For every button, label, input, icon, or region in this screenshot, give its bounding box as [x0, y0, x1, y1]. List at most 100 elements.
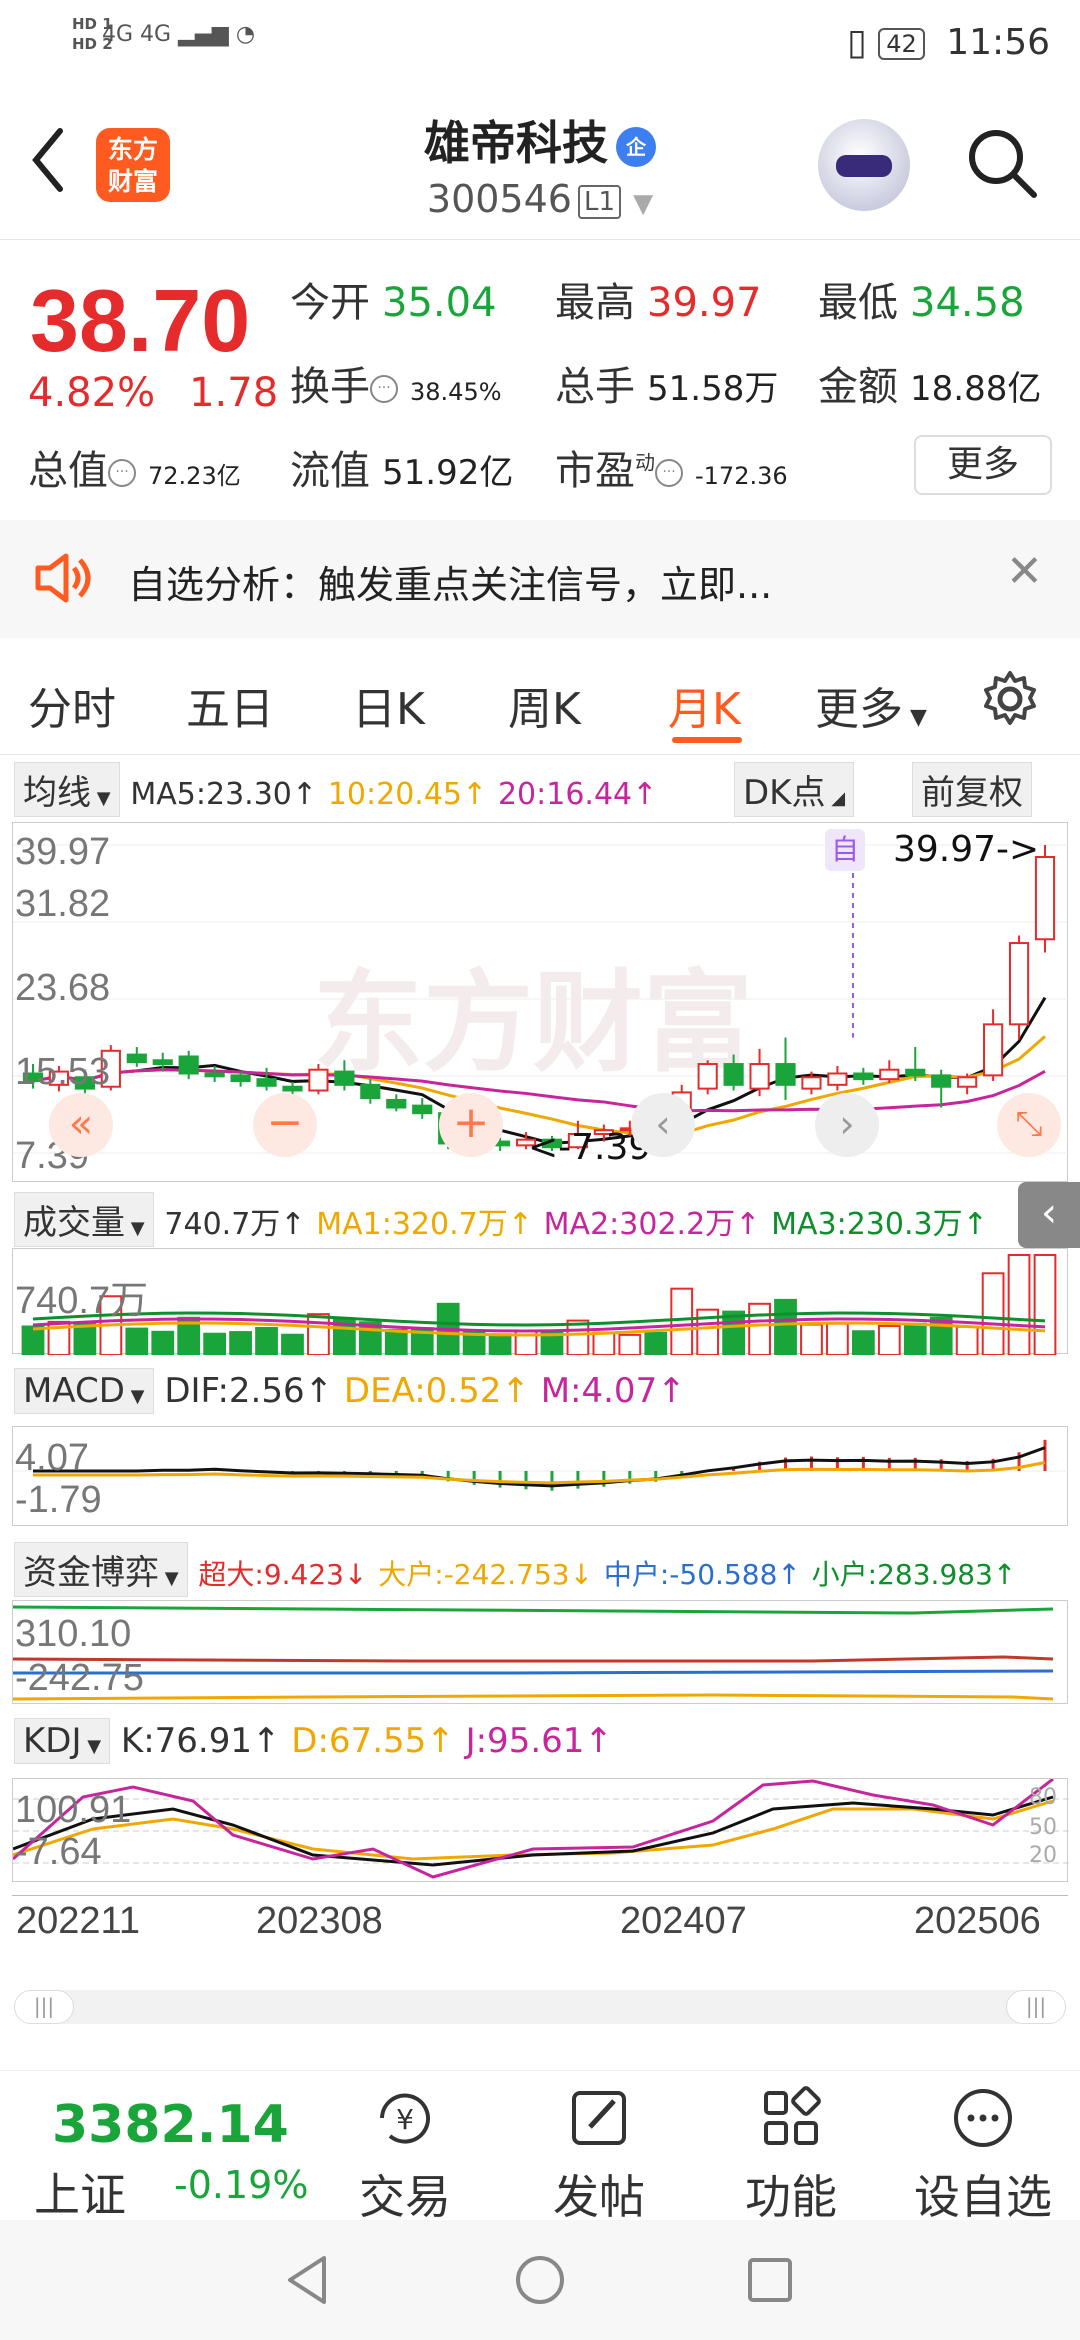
candle	[879, 1068, 900, 1081]
y-label: 39.97	[15, 831, 111, 873]
candle	[723, 1063, 744, 1086]
stock-code[interactable]: 300546 L1 ▼	[0, 177, 1080, 221]
tab-month-k[interactable]: 月K	[668, 673, 741, 737]
vibrate-icon: ▯	[846, 22, 867, 63]
volume-bar	[592, 1331, 616, 1355]
notice-bar[interactable]: 自选分析：触发重点关注信号，立即... ✕	[0, 520, 1080, 638]
more-button[interactable]: 更多	[914, 435, 1052, 495]
candle	[152, 1059, 173, 1066]
candle	[853, 1072, 874, 1081]
robot-assistant-icon[interactable]	[818, 119, 910, 211]
volume-bar	[21, 1325, 45, 1355]
nav-add-watchlist[interactable]: 设自选	[908, 2083, 1058, 2227]
volume-select[interactable]: 成交量 ▼	[14, 1192, 154, 1247]
nav-trade[interactable]: ¥ 交易	[330, 2083, 480, 2227]
y-label: 310.10	[15, 1613, 132, 1655]
candle	[360, 1083, 381, 1100]
collapse-icon[interactable]: ‹	[1018, 1182, 1080, 1248]
candle	[412, 1104, 433, 1115]
grid-icon	[764, 2086, 821, 2145]
volume-bar	[618, 1333, 642, 1355]
y-label: -1.79	[15, 1479, 102, 1521]
nav-post[interactable]: 发帖	[524, 2083, 674, 2227]
volume-bar	[644, 1331, 668, 1355]
volume-bar	[125, 1327, 149, 1355]
scroll-left-icon[interactable]: «	[49, 1093, 113, 1157]
zoom-in-icon[interactable]: +	[439, 1093, 503, 1157]
self-tag[interactable]: 自	[825, 829, 865, 871]
fullscreen-icon[interactable]: ⤡	[997, 1093, 1061, 1157]
volume-bar	[981, 1272, 1005, 1355]
more-dots-icon	[954, 2089, 1012, 2147]
macd-panel: 4.07 -1.79	[12, 1426, 1069, 1526]
close-icon[interactable]: ✕	[1006, 546, 1043, 597]
macd-chart	[13, 1439, 1069, 1491]
candle	[827, 1072, 848, 1086]
index-pct: -0.19%	[174, 2163, 309, 2207]
tab-five-day[interactable]: 五日	[186, 673, 274, 737]
candle	[749, 1063, 770, 1090]
status-bar: HD 1 HD 2 4G 4G ▂▄▆ ◔ ▯ 42 11:56	[0, 0, 1080, 90]
header: 东方 财富 雄帝科技企 300546 L1 ▼	[0, 95, 1080, 240]
adjust-select[interactable]: 前复权	[912, 762, 1032, 817]
active-tab-indicator	[672, 737, 742, 743]
macd-line	[33, 1446, 1046, 1488]
dk-select[interactable]: DK点 ◢	[734, 762, 855, 817]
kdj-panel: 100.91 -7.64 80 50 20	[12, 1778, 1069, 1882]
fund-controls: 资金博弈 ▼ 超大:9.423↓ 大户:-242.753↓ 中户:-50.588…	[14, 1542, 1016, 1597]
y-label: 15.53	[15, 1051, 111, 1093]
next-icon[interactable]: ›	[815, 1093, 879, 1157]
enterprise-badge: 企	[616, 126, 656, 167]
ref-label: 80	[1029, 1785, 1057, 1810]
tab-fenshi[interactable]: 分时	[28, 673, 116, 737]
kdj-select[interactable]: KDJ ▼	[14, 1718, 111, 1764]
info-icon[interactable]: ···	[108, 459, 136, 487]
kdj-controls: KDJ ▼ K:76.91↑ D:67.55↑ J:95.61↑	[14, 1718, 613, 1764]
fund-select[interactable]: 资金博弈 ▼	[14, 1542, 188, 1597]
zoom-out-icon[interactable]: −	[253, 1093, 317, 1157]
prev-icon[interactable]: ‹	[631, 1093, 695, 1157]
scroll-handle-left[interactable]: |||	[14, 1990, 74, 2024]
fund-chart	[13, 1605, 1054, 1701]
nav-functions[interactable]: 功能	[716, 2083, 866, 2227]
volume-bar	[903, 1322, 927, 1355]
search-icon[interactable]	[962, 123, 1042, 203]
range-scrollbar[interactable]: ||| |||	[14, 1990, 1066, 2024]
volume-bar	[151, 1330, 175, 1355]
tab-week-k[interactable]: 周K	[508, 673, 581, 737]
volume-bar	[307, 1313, 330, 1355]
info-icon[interactable]: ···	[370, 375, 398, 403]
candle	[126, 1053, 147, 1064]
volume-bar	[851, 1330, 875, 1355]
candle	[775, 1063, 796, 1086]
system-home-icon[interactable]	[512, 2252, 568, 2308]
price-change: 4.82% 1.78	[28, 370, 279, 416]
system-recents-icon[interactable]	[742, 2252, 798, 2308]
scroll-handle-right[interactable]: |||	[1006, 1990, 1066, 2024]
macd-select[interactable]: MACD ▼	[14, 1368, 154, 1414]
volume-bar	[229, 1331, 252, 1355]
x-label: 202506	[914, 1900, 1041, 1942]
info-icon[interactable]: ···	[655, 459, 683, 487]
candle	[334, 1070, 355, 1086]
y-label: 23.68	[15, 967, 111, 1009]
index-name[interactable]: 上证	[34, 2159, 126, 2225]
gear-icon[interactable]	[980, 669, 1040, 729]
volume-bar	[255, 1327, 278, 1355]
tab-more[interactable]: 更多 ▼	[815, 673, 927, 737]
candle	[697, 1063, 718, 1090]
candle	[386, 1098, 407, 1109]
kline-panel: 东方财富 39.97 31.82 23.68 15.53 7.39 自 39.9…	[12, 822, 1069, 1182]
amount-field: 金额 18.88亿	[818, 364, 1042, 410]
signal-icon: 4G 4G ▂▄▆ ◔	[102, 22, 256, 47]
candle	[230, 1074, 251, 1083]
index-value[interactable]: 3382.14	[52, 2095, 289, 2155]
system-back-icon[interactable]	[280, 2252, 336, 2308]
tab-day-k[interactable]: 日K	[352, 673, 425, 737]
x-label: 202308	[256, 1900, 383, 1942]
speaker-icon	[35, 553, 91, 603]
ma-select[interactable]: 均线 ▼	[14, 762, 120, 817]
candle	[204, 1072, 225, 1078]
low-field: 最低 34.58	[818, 280, 1025, 326]
candle	[957, 1076, 978, 1088]
